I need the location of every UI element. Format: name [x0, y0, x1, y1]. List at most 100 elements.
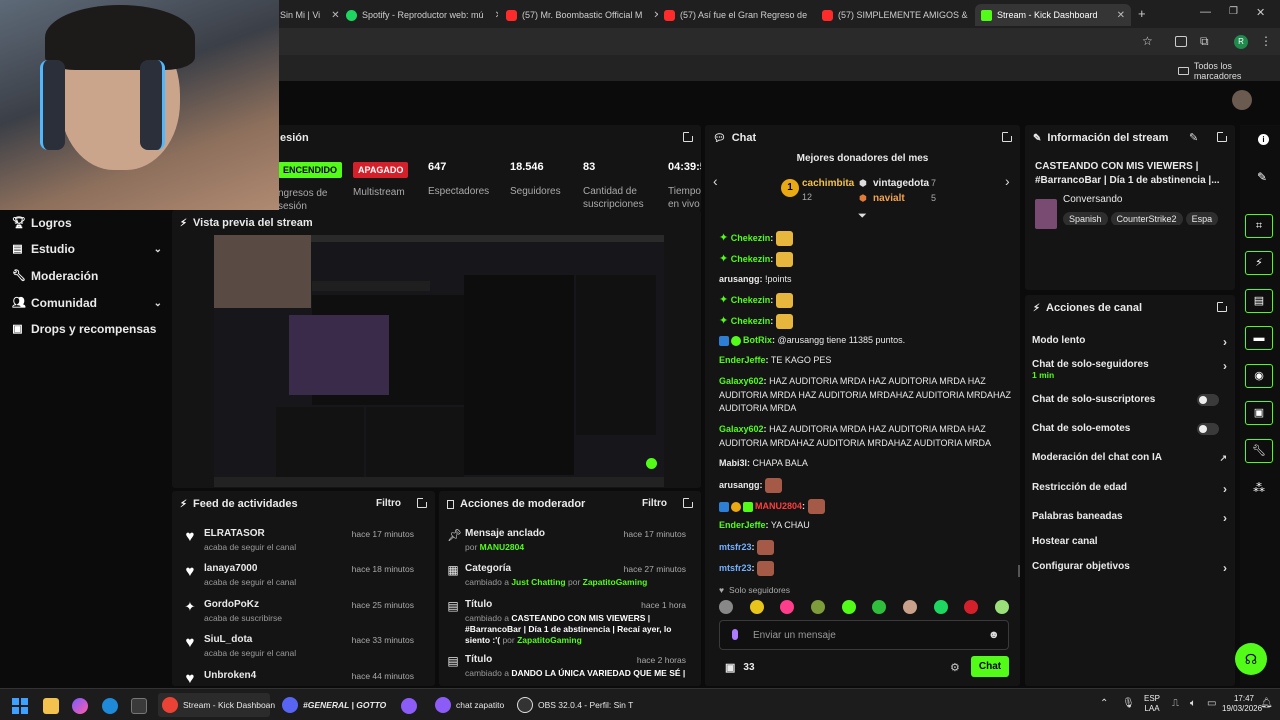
restore-icon[interactable]: ❐ — [1229, 6, 1238, 17]
chat-user[interactable]: Galaxy602 — [719, 376, 764, 386]
chat-user[interactable]: MANU2804 — [755, 501, 802, 511]
expand-icon[interactable] — [1002, 131, 1013, 142]
donor3-name[interactable]: navialt — [873, 193, 905, 204]
action-ai-moderation[interactable]: Moderación del chat con IA ↗ — [1032, 452, 1227, 463]
expand-icon[interactable] — [417, 497, 428, 508]
chat-user[interactable]: Chekezin — [731, 295, 771, 305]
battery-icon[interactable]: ▭ — [1207, 698, 1216, 709]
windows-start-icon[interactable] — [12, 698, 28, 714]
screenshot-icon[interactable] — [1175, 36, 1187, 47]
action-host-channel[interactable]: Hostear canal — [1032, 536, 1227, 547]
edit-pencil-icon[interactable]: ✎ — [1189, 131, 1198, 144]
wrench-icon[interactable]: 🔧︎ — [1245, 439, 1273, 463]
tab-youtube-1[interactable]: (57) Mr. Boombastic Official M ✕ — [506, 4, 658, 26]
expand-icon[interactable] — [683, 497, 694, 508]
new-tab-icon[interactable]: + — [1138, 6, 1146, 21]
edge-icon[interactable] — [102, 698, 118, 714]
file-explorer-icon[interactable] — [43, 698, 59, 714]
chat-user[interactable]: EnderJeffe — [719, 355, 766, 365]
support-headset-icon[interactable]: ☊ — [1235, 643, 1267, 675]
donor1-name[interactable]: cachimbita — [802, 178, 854, 189]
chat-user[interactable]: mtsfr23 — [719, 563, 752, 573]
chat-icon[interactable]: ▬ — [1245, 326, 1273, 350]
feed-user[interactable]: SiuL_dota — [204, 634, 252, 645]
feed-user[interactable]: GordoPoKz — [204, 599, 259, 610]
chevron-left-icon[interactable]: ‹ — [713, 173, 718, 189]
emote-icon[interactable] — [994, 600, 1009, 614]
extensions-icon[interactable]: ⧉ — [1200, 34, 1209, 49]
mod-desc-highlight[interactable]: MANU2804 — [480, 542, 524, 552]
sidebar-item-drops[interactable]: ▣ Drops y recompensas — [12, 322, 162, 336]
tag[interactable]: Espa — [1185, 212, 1219, 225]
category-thumbnail[interactable] — [1035, 199, 1057, 229]
microphone-icon[interactable] — [732, 629, 738, 640]
subs-only-toggle[interactable] — [1197, 394, 1219, 406]
microphone-icon[interactable]: 🎙︎ — [1122, 698, 1135, 709]
chevron-right-icon[interactable]: › — [1005, 173, 1010, 189]
emoji-icon[interactable]: ☻ — [988, 629, 1000, 641]
mod-desc-highlight[interactable]: ZapatitoGaming — [583, 577, 648, 587]
language-indicator[interactable]: ESP LAA — [1144, 694, 1160, 714]
chat-input[interactable]: Enviar un mensaje ☻ — [719, 620, 1009, 650]
emote-icon[interactable] — [810, 600, 825, 614]
chat-user[interactable]: BotRix — [743, 335, 772, 345]
crop-icon[interactable]: ⌗ — [1245, 214, 1273, 238]
emote-icon[interactable] — [780, 600, 795, 614]
feed-user[interactable]: Unbroken4 — [204, 670, 256, 681]
app-icon[interactable] — [401, 698, 417, 714]
gift-icon[interactable]: ▣ — [1245, 401, 1273, 425]
notification-bell-icon[interactable]: 🔔︎ — [1260, 698, 1273, 709]
store-icon[interactable] — [131, 698, 147, 714]
sidebar-item-estudio[interactable]: ▤ Estudio ⌄ — [12, 242, 162, 256]
tab-close-icon[interactable]: ✕ — [812, 10, 816, 21]
mod-filter-button[interactable]: Filtro — [642, 498, 667, 509]
tab-kick-dashboard[interactable]: Stream - Kick Dashboard ✕ — [975, 4, 1131, 26]
tab-youtube-3[interactable]: (57) SIMPLEMENTE AMIGOS &✕ — [822, 4, 970, 26]
category-name[interactable]: Conversando — [1063, 194, 1122, 205]
tab-youtube-2[interactable]: (57) Así fue el Gran Regreso de ✕ — [664, 4, 816, 26]
copilot-icon[interactable] — [72, 698, 88, 714]
tab-close-icon[interactable]: ✕ — [1111, 10, 1131, 21]
emote-icon[interactable] — [872, 600, 887, 614]
user-avatar[interactable] — [1232, 90, 1252, 110]
bolt-icon[interactable]: ⚡︎ — [1245, 251, 1273, 275]
chat-user[interactable]: Mabi3l — [719, 458, 747, 468]
chat-user[interactable]: Galaxy602 — [719, 424, 764, 434]
info-icon[interactable]: i — [1258, 134, 1269, 145]
emote-icon[interactable] — [841, 600, 856, 614]
apps-icon[interactable]: ⁂ — [1250, 481, 1268, 495]
network-icon[interactable]: ⎍ — [1172, 698, 1179, 709]
all-bookmarks[interactable]: Todos los marcadores — [1178, 61, 1280, 81]
action-age-restriction[interactable]: Restricción de edad › — [1032, 482, 1227, 496]
broadcast-icon[interactable]: ◉ — [1245, 364, 1273, 388]
browser-menu-icon[interactable]: ⋮ — [1260, 34, 1272, 48]
taskbar-app-obs[interactable]: OBS 32.0.4 - Perfil: Sin T — [517, 696, 633, 714]
feed-filter-button[interactable]: Filtro — [376, 498, 401, 509]
document-icon[interactable]: ▤ — [1245, 289, 1273, 313]
emote-icon[interactable] — [964, 600, 979, 614]
mod-desc-highlight[interactable]: ZapatitoGaming — [517, 635, 582, 645]
emote-icon[interactable] — [719, 600, 733, 614]
tab-1[interactable]: Sin Mi | Vi ✕ — [280, 4, 342, 26]
chat-user[interactable]: Chekezin — [731, 254, 771, 264]
tab-spotify[interactable]: Spotify - Reproductor web: mú ✕ — [346, 4, 498, 26]
action-followers-only[interactable]: Chat de solo-seguidores 1 min › — [1032, 359, 1227, 380]
chevron-down-icon[interactable]: ⏷ — [858, 210, 867, 223]
feed-user[interactable]: lanaya7000 — [204, 563, 257, 574]
action-banned-words[interactable]: Palabras baneadas › — [1032, 511, 1227, 525]
pencil-icon[interactable]: ✎ — [1257, 170, 1267, 184]
chat-user[interactable]: arusangg — [719, 274, 760, 284]
tab-close-icon[interactable]: ✕ — [325, 10, 342, 21]
stream-preview-video[interactable] — [214, 235, 664, 487]
feed-user[interactable]: ELRATASOR — [204, 528, 265, 539]
volume-icon[interactable]: 🔈︎ — [1190, 698, 1196, 709]
tag[interactable]: Spanish — [1063, 212, 1108, 225]
emotes-only-toggle[interactable] — [1197, 423, 1219, 435]
tag[interactable]: CounterStrike2 — [1110, 212, 1183, 225]
taskbar-app-discord[interactable]: #GENERAL | GOTTO — [282, 696, 390, 714]
tab-close-icon[interactable]: ✕ — [489, 10, 498, 21]
expand-icon[interactable] — [1217, 131, 1228, 142]
chat-user[interactable]: EnderJeffe — [719, 520, 766, 530]
sidebar-item-moderacion[interactable]: 🔧︎ Moderación — [12, 269, 162, 283]
bookmark-star-icon[interactable]: ☆ — [1142, 34, 1153, 48]
